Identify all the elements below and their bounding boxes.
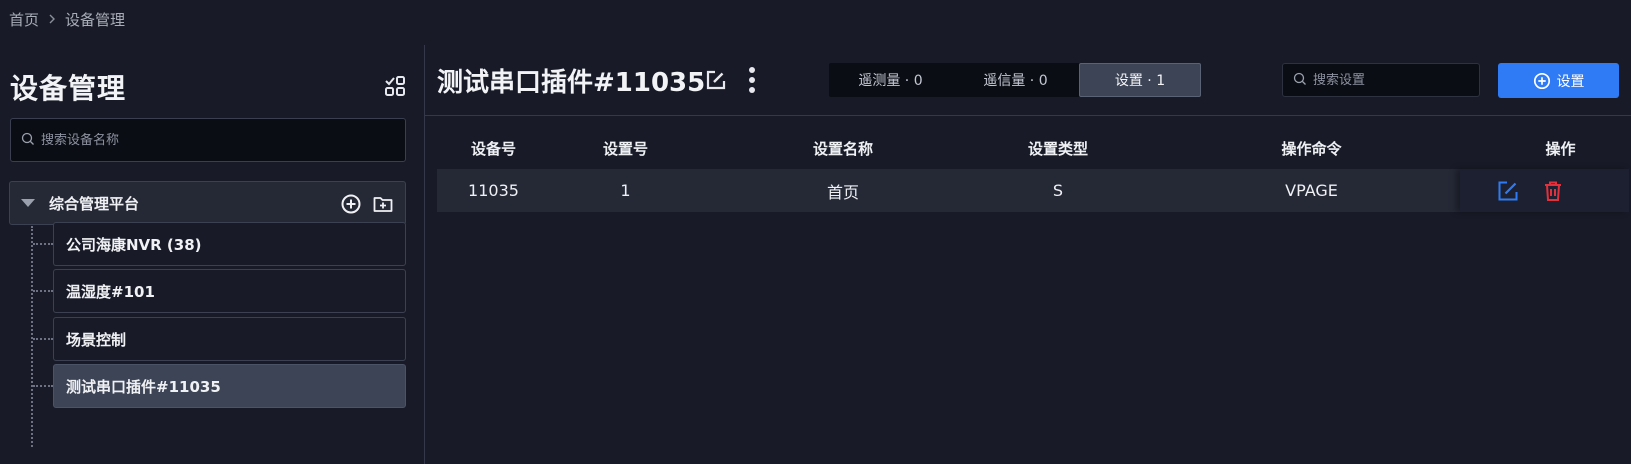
tab-settings[interactable]: 设置 · 1 — [1079, 63, 1201, 97]
tree-root-node[interactable]: 综合管理平台 — [9, 181, 406, 225]
cell-device-no: 11035 — [468, 181, 519, 200]
app-root: 首页 设备管理 设备管理 综合管理平台 — [0, 0, 1631, 464]
tree-item-temp-humidity[interactable]: 温湿度#101 — [53, 269, 406, 313]
sidebar: 设备管理 综合管理平台 — [0, 45, 424, 464]
add-circle-icon[interactable] — [340, 193, 362, 215]
column-header: 设置号 — [602, 139, 648, 158]
settings-search-box[interactable] — [1282, 63, 1480, 97]
cell-command: VPAGE — [1285, 181, 1338, 200]
column-header: 设备号 — [470, 139, 516, 158]
breadcrumb: 首页 设备管理 — [9, 9, 125, 29]
breadcrumb-current: 设备管理 — [65, 10, 126, 29]
tree-item-hik-nvr[interactable]: 公司海康NVR (38) — [53, 222, 406, 266]
add-setting-button[interactable]: 设置 — [1498, 63, 1619, 98]
tree-root-label: 综合管理平台 — [49, 194, 140, 213]
chevron-right-icon — [47, 13, 57, 25]
device-search-box[interactable] — [10, 118, 406, 162]
tree-item-serial-plugin[interactable]: 测试串口插件#11035 — [53, 364, 406, 408]
header-divider — [425, 115, 1631, 116]
tree-item-scene-control[interactable]: 场景控制 — [53, 317, 406, 361]
tree-connector — [33, 290, 53, 292]
tab-telemetry[interactable]: 遥测量 · 0 — [829, 63, 952, 97]
column-header: 操作 — [1545, 139, 1576, 158]
device-search-input[interactable] — [41, 132, 381, 148]
view-mode-icon[interactable] — [383, 74, 407, 98]
table-header: 设备号 设置号 设置名称 设置类型 操作命令 操作 — [437, 133, 1629, 163]
caret-down-icon[interactable] — [21, 199, 35, 207]
add-setting-label: 设置 — [1556, 73, 1585, 90]
tree-connector — [33, 243, 53, 245]
add-folder-icon[interactable] — [372, 193, 394, 215]
data-type-tabs: 遥测量 · 0 遥信量 · 0 设置 · 1 — [829, 63, 1201, 97]
table-row: 11035 1 首页 S VPAGE E — [437, 169, 1629, 212]
tree-connector — [31, 226, 33, 447]
cell-setting-no: 1 — [620, 181, 631, 200]
column-header: 设置类型 — [1027, 139, 1088, 158]
breadcrumb-home[interactable]: 首页 — [9, 9, 39, 30]
trash-icon[interactable] — [1541, 179, 1565, 203]
settings-search-input[interactable] — [1313, 72, 1463, 88]
sidebar-title: 设备管理 — [10, 72, 127, 105]
edit-icon[interactable] — [705, 69, 727, 91]
device-title: 测试串口插件#11035 — [437, 68, 706, 98]
tree-connector — [33, 338, 53, 340]
column-header: 设置名称 — [812, 139, 873, 158]
add-circle-icon — [1533, 72, 1550, 89]
cell-setting-name: 首页 — [826, 182, 859, 202]
search-icon — [1293, 71, 1307, 90]
panel-divider — [424, 45, 425, 464]
edit-icon[interactable] — [1496, 179, 1520, 203]
more-vertical-icon[interactable] — [746, 66, 758, 94]
search-icon — [21, 131, 35, 150]
tab-telesignal[interactable]: 遥信量 · 0 — [952, 63, 1079, 97]
row-actions — [1460, 169, 1629, 212]
cell-setting-type: S — [1052, 181, 1064, 200]
tree-connector — [33, 385, 53, 387]
column-header: 操作命令 — [1281, 139, 1342, 158]
